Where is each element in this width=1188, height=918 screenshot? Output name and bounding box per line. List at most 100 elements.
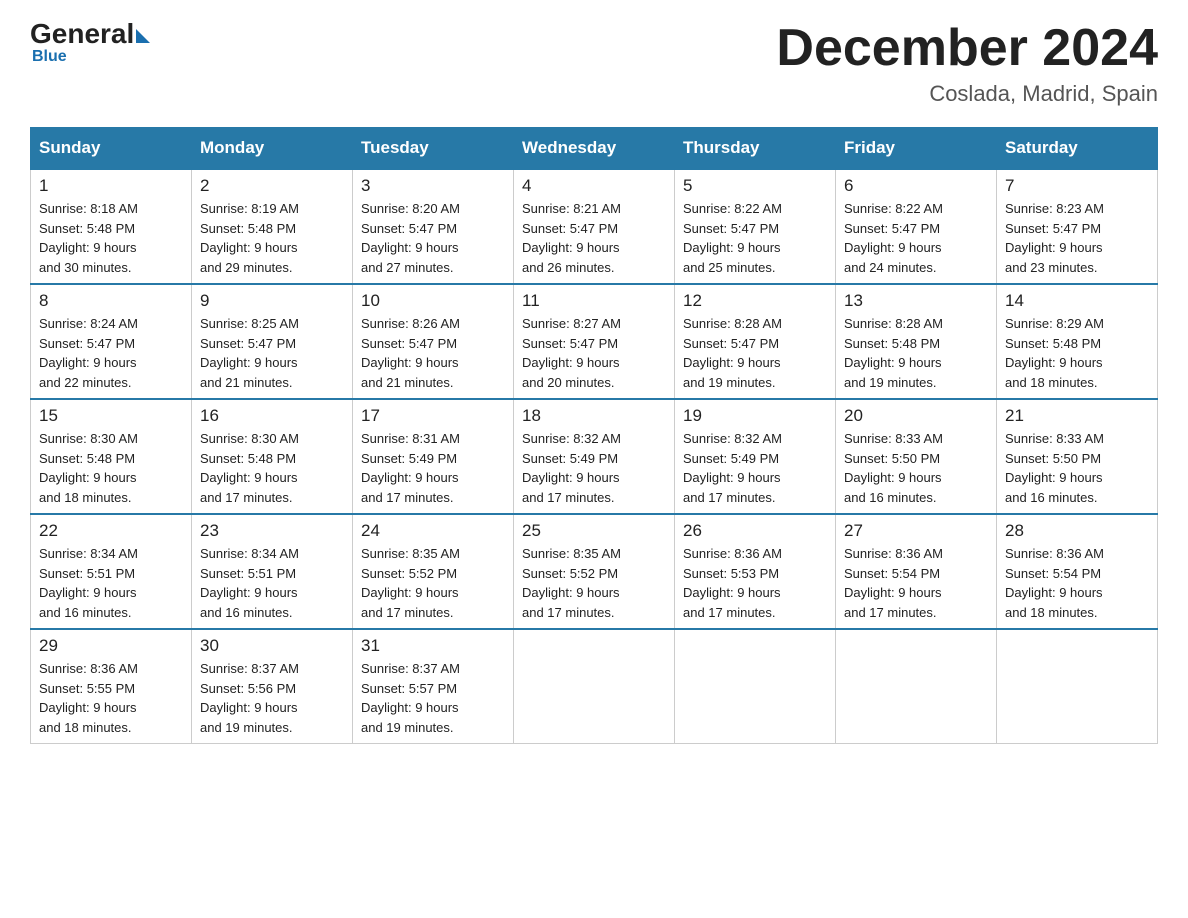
header-friday: Friday: [836, 128, 997, 170]
day-number: 29: [39, 636, 183, 656]
day-number: 31: [361, 636, 505, 656]
calendar-cell: 11 Sunrise: 8:27 AM Sunset: 5:47 PM Dayl…: [514, 284, 675, 399]
calendar-cell: 17 Sunrise: 8:31 AM Sunset: 5:49 PM Dayl…: [353, 399, 514, 514]
day-info: Sunrise: 8:37 AM Sunset: 5:56 PM Dayligh…: [200, 659, 344, 737]
calendar-cell: 4 Sunrise: 8:21 AM Sunset: 5:47 PM Dayli…: [514, 169, 675, 284]
calendar-cell: 25 Sunrise: 8:35 AM Sunset: 5:52 PM Dayl…: [514, 514, 675, 629]
header-saturday: Saturday: [997, 128, 1158, 170]
day-info: Sunrise: 8:26 AM Sunset: 5:47 PM Dayligh…: [361, 314, 505, 392]
calendar-week-1: 1 Sunrise: 8:18 AM Sunset: 5:48 PM Dayli…: [31, 169, 1158, 284]
day-info: Sunrise: 8:35 AM Sunset: 5:52 PM Dayligh…: [361, 544, 505, 622]
day-number: 14: [1005, 291, 1149, 311]
day-info: Sunrise: 8:30 AM Sunset: 5:48 PM Dayligh…: [200, 429, 344, 507]
calendar-cell: 16 Sunrise: 8:30 AM Sunset: 5:48 PM Dayl…: [192, 399, 353, 514]
calendar-week-3: 15 Sunrise: 8:30 AM Sunset: 5:48 PM Dayl…: [31, 399, 1158, 514]
calendar-week-4: 22 Sunrise: 8:34 AM Sunset: 5:51 PM Dayl…: [31, 514, 1158, 629]
day-info: Sunrise: 8:19 AM Sunset: 5:48 PM Dayligh…: [200, 199, 344, 277]
day-number: 20: [844, 406, 988, 426]
calendar-cell: [514, 629, 675, 744]
day-number: 5: [683, 176, 827, 196]
calendar-cell: 14 Sunrise: 8:29 AM Sunset: 5:48 PM Dayl…: [997, 284, 1158, 399]
day-number: 3: [361, 176, 505, 196]
calendar-cell: 18 Sunrise: 8:32 AM Sunset: 5:49 PM Dayl…: [514, 399, 675, 514]
calendar-cell: 30 Sunrise: 8:37 AM Sunset: 5:56 PM Dayl…: [192, 629, 353, 744]
day-info: Sunrise: 8:37 AM Sunset: 5:57 PM Dayligh…: [361, 659, 505, 737]
day-number: 12: [683, 291, 827, 311]
day-info: Sunrise: 8:36 AM Sunset: 5:55 PM Dayligh…: [39, 659, 183, 737]
day-number: 25: [522, 521, 666, 541]
day-info: Sunrise: 8:32 AM Sunset: 5:49 PM Dayligh…: [522, 429, 666, 507]
calendar-week-5: 29 Sunrise: 8:36 AM Sunset: 5:55 PM Dayl…: [31, 629, 1158, 744]
day-number: 18: [522, 406, 666, 426]
day-info: Sunrise: 8:32 AM Sunset: 5:49 PM Dayligh…: [683, 429, 827, 507]
calendar-cell: 27 Sunrise: 8:36 AM Sunset: 5:54 PM Dayl…: [836, 514, 997, 629]
calendar-week-2: 8 Sunrise: 8:24 AM Sunset: 5:47 PM Dayli…: [31, 284, 1158, 399]
calendar-cell: 31 Sunrise: 8:37 AM Sunset: 5:57 PM Dayl…: [353, 629, 514, 744]
calendar-cell: 24 Sunrise: 8:35 AM Sunset: 5:52 PM Dayl…: [353, 514, 514, 629]
day-info: Sunrise: 8:22 AM Sunset: 5:47 PM Dayligh…: [683, 199, 827, 277]
calendar-table: SundayMondayTuesdayWednesdayThursdayFrid…: [30, 127, 1158, 744]
day-info: Sunrise: 8:22 AM Sunset: 5:47 PM Dayligh…: [844, 199, 988, 277]
calendar-cell: 9 Sunrise: 8:25 AM Sunset: 5:47 PM Dayli…: [192, 284, 353, 399]
day-info: Sunrise: 8:30 AM Sunset: 5:48 PM Dayligh…: [39, 429, 183, 507]
day-info: Sunrise: 8:28 AM Sunset: 5:48 PM Dayligh…: [844, 314, 988, 392]
day-info: Sunrise: 8:20 AM Sunset: 5:47 PM Dayligh…: [361, 199, 505, 277]
day-number: 4: [522, 176, 666, 196]
logo-arrow-icon: [136, 29, 150, 43]
logo-general-text: General: [30, 20, 134, 48]
header-thursday: Thursday: [675, 128, 836, 170]
day-info: Sunrise: 8:21 AM Sunset: 5:47 PM Dayligh…: [522, 199, 666, 277]
day-number: 10: [361, 291, 505, 311]
day-info: Sunrise: 8:36 AM Sunset: 5:54 PM Dayligh…: [844, 544, 988, 622]
header-monday: Monday: [192, 128, 353, 170]
day-info: Sunrise: 8:24 AM Sunset: 5:47 PM Dayligh…: [39, 314, 183, 392]
calendar-cell: 19 Sunrise: 8:32 AM Sunset: 5:49 PM Dayl…: [675, 399, 836, 514]
day-number: 27: [844, 521, 988, 541]
day-number: 7: [1005, 176, 1149, 196]
day-info: Sunrise: 8:29 AM Sunset: 5:48 PM Dayligh…: [1005, 314, 1149, 392]
day-number: 6: [844, 176, 988, 196]
day-info: Sunrise: 8:36 AM Sunset: 5:54 PM Dayligh…: [1005, 544, 1149, 622]
calendar-cell: 3 Sunrise: 8:20 AM Sunset: 5:47 PM Dayli…: [353, 169, 514, 284]
location-subtitle: Coslada, Madrid, Spain: [776, 81, 1158, 107]
day-number: 26: [683, 521, 827, 541]
calendar-cell: 7 Sunrise: 8:23 AM Sunset: 5:47 PM Dayli…: [997, 169, 1158, 284]
calendar-cell: 13 Sunrise: 8:28 AM Sunset: 5:48 PM Dayl…: [836, 284, 997, 399]
calendar-cell: 15 Sunrise: 8:30 AM Sunset: 5:48 PM Dayl…: [31, 399, 192, 514]
header-wednesday: Wednesday: [514, 128, 675, 170]
header-sunday: Sunday: [31, 128, 192, 170]
day-info: Sunrise: 8:33 AM Sunset: 5:50 PM Dayligh…: [1005, 429, 1149, 507]
calendar-cell: [997, 629, 1158, 744]
day-info: Sunrise: 8:23 AM Sunset: 5:47 PM Dayligh…: [1005, 199, 1149, 277]
calendar-cell: 5 Sunrise: 8:22 AM Sunset: 5:47 PM Dayli…: [675, 169, 836, 284]
day-number: 16: [200, 406, 344, 426]
day-info: Sunrise: 8:34 AM Sunset: 5:51 PM Dayligh…: [200, 544, 344, 622]
calendar-cell: 2 Sunrise: 8:19 AM Sunset: 5:48 PM Dayli…: [192, 169, 353, 284]
logo: General Blue: [30, 20, 152, 66]
day-info: Sunrise: 8:25 AM Sunset: 5:47 PM Dayligh…: [200, 314, 344, 392]
calendar-cell: 10 Sunrise: 8:26 AM Sunset: 5:47 PM Dayl…: [353, 284, 514, 399]
calendar-cell: 28 Sunrise: 8:36 AM Sunset: 5:54 PM Dayl…: [997, 514, 1158, 629]
day-info: Sunrise: 8:36 AM Sunset: 5:53 PM Dayligh…: [683, 544, 827, 622]
day-number: 24: [361, 521, 505, 541]
calendar-cell: 21 Sunrise: 8:33 AM Sunset: 5:50 PM Dayl…: [997, 399, 1158, 514]
day-info: Sunrise: 8:28 AM Sunset: 5:47 PM Dayligh…: [683, 314, 827, 392]
calendar-header-row: SundayMondayTuesdayWednesdayThursdayFrid…: [31, 128, 1158, 170]
day-number: 19: [683, 406, 827, 426]
day-number: 23: [200, 521, 344, 541]
day-info: Sunrise: 8:33 AM Sunset: 5:50 PM Dayligh…: [844, 429, 988, 507]
day-number: 9: [200, 291, 344, 311]
calendar-cell: 20 Sunrise: 8:33 AM Sunset: 5:50 PM Dayl…: [836, 399, 997, 514]
calendar-cell: [675, 629, 836, 744]
header-tuesday: Tuesday: [353, 128, 514, 170]
day-number: 15: [39, 406, 183, 426]
day-number: 2: [200, 176, 344, 196]
day-info: Sunrise: 8:18 AM Sunset: 5:48 PM Dayligh…: [39, 199, 183, 277]
page-header: General Blue December 2024 Coslada, Madr…: [30, 20, 1158, 107]
logo-blue-text: Blue: [32, 48, 67, 66]
day-number: 30: [200, 636, 344, 656]
calendar-cell: 29 Sunrise: 8:36 AM Sunset: 5:55 PM Dayl…: [31, 629, 192, 744]
calendar-cell: 6 Sunrise: 8:22 AM Sunset: 5:47 PM Dayli…: [836, 169, 997, 284]
day-number: 22: [39, 521, 183, 541]
day-number: 11: [522, 291, 666, 311]
